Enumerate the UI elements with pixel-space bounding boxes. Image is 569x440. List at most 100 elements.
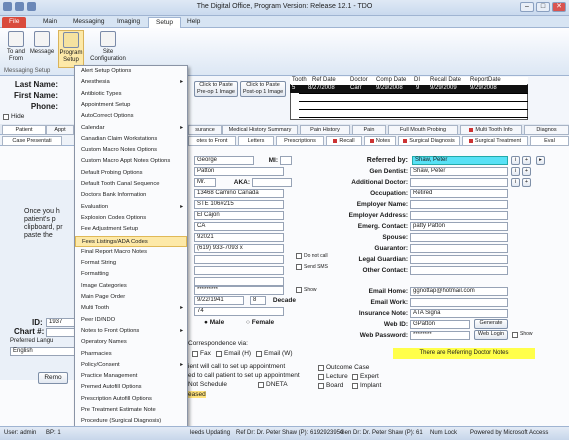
menu-item[interactable]: Final Report Macro Notes <box>75 247 187 258</box>
menu-item[interactable]: Practice Management <box>75 371 187 382</box>
expert-checkbox[interactable] <box>352 374 358 380</box>
other-contact-field[interactable] <box>410 266 508 275</box>
gen-dentist-info-button[interactable]: i <box>511 167 520 176</box>
first-name-field[interactable]: George <box>194 156 254 165</box>
tab-prescriptions[interactable]: Prescriptions <box>276 136 324 146</box>
paste-postop-button[interactable]: Click to Paste Post-op 1 Image <box>240 81 286 97</box>
additional-add-button[interactable]: + <box>522 178 531 187</box>
board-checkbox[interactable] <box>318 383 324 389</box>
program-setup-button[interactable]: Program Setup <box>58 30 84 68</box>
legal-guardian-field[interactable] <box>410 255 508 264</box>
menu-item[interactable]: Canadian Claim Workstations <box>75 134 187 145</box>
dneta-checkbox[interactable] <box>258 382 264 388</box>
paste-preop-button[interactable]: Click to Paste Pre-op 1 Image <box>194 81 238 97</box>
tab-notes[interactable]: Notes <box>364 136 396 146</box>
message-button[interactable]: Message <box>29 30 55 68</box>
remove-button[interactable]: Remo <box>38 372 68 384</box>
male-radio[interactable]: ● Male <box>204 319 224 326</box>
insurance-note-field[interactable]: ATA Signa <box>410 309 508 318</box>
close-button[interactable]: ✕ <box>552 2 566 12</box>
menu-item[interactable]: Formatting <box>75 269 187 280</box>
menu-item[interactable]: Pharmacies <box>75 349 187 360</box>
hide-checkbox[interactable] <box>3 114 9 120</box>
menu-item[interactable]: Custom Macro Appt Notes Options <box>75 156 187 167</box>
menu-item[interactable]: Image Categories <box>75 281 187 292</box>
referred-by-field[interactable]: Shaw, Peter <box>412 156 508 165</box>
menu-item[interactable]: Pre Treatment Estimate Note <box>75 405 187 416</box>
tab-medical-history-summary[interactable]: Medical History Summary <box>222 125 298 135</box>
city-field[interactable]: El Cajon <box>194 211 284 220</box>
tab-patient[interactable]: Patient <box>2 125 46 135</box>
tab-multi-tooth-info[interactable]: Multi Tooth Info <box>460 125 522 135</box>
state-field[interactable]: CA <box>194 222 284 231</box>
address1-field[interactable]: 13468 Camino Canada <box>194 189 284 198</box>
web-login-button[interactable]: Web Login <box>474 330 508 340</box>
emerg-contact-field[interactable]: patty Patton <box>410 222 508 231</box>
tab-surgical-treatment[interactable]: Surgical Treatment <box>462 136 528 146</box>
employer-name-field[interactable] <box>410 200 508 209</box>
tab-diagnosis[interactable]: Diagnos <box>524 125 569 135</box>
menu-item[interactable]: Evaluation ▸ <box>75 202 187 213</box>
menu-item[interactable]: Main Page Order <box>75 292 187 303</box>
tab-imaging[interactable]: Imaging <box>110 17 147 28</box>
email-work-field[interactable] <box>410 298 508 307</box>
menu-item[interactable]: Alert Setup Options <box>75 66 187 77</box>
address2-field[interactable]: STE 106#215 <box>194 200 284 209</box>
referring-doctor-notes-banner[interactable]: There are Referring Doctor Notes <box>393 348 535 359</box>
chart-field[interactable] <box>46 328 76 337</box>
age-field[interactable]: 8 <box>250 296 266 305</box>
mi-field[interactable] <box>280 156 292 165</box>
id-field[interactable]: 1937 <box>46 318 76 327</box>
menu-item[interactable]: Format String <box>75 258 187 269</box>
table-row[interactable]: 5 8/27/2008 Carr 9/29/2008 9 9/29/2009 9… <box>290 85 528 93</box>
dob-field[interactable]: 9/22/1941 <box>194 296 244 305</box>
additional-doctor-field[interactable] <box>410 178 508 187</box>
generate-button[interactable]: Generate <box>474 319 508 329</box>
email-w-checkbox[interactable] <box>256 351 262 357</box>
guarantor-field[interactable] <box>410 244 508 253</box>
email-home-field[interactable]: ggnottap@hotmail.com <box>410 287 508 296</box>
age2-field[interactable]: 74 <box>194 307 284 316</box>
additional-info-button[interactable]: i <box>511 178 520 187</box>
tab-file[interactable]: File <box>2 17 27 28</box>
not-schedule-option[interactable]: Not Schedule <box>188 381 227 388</box>
tab-letters[interactable]: Letters <box>238 136 274 146</box>
menu-item[interactable]: Notes to Front Options ▸ <box>75 326 187 337</box>
title-select[interactable]: Mr. <box>194 178 216 187</box>
do-not-call-checkbox[interactable] <box>296 253 302 259</box>
female-radio[interactable]: ○ Female <box>246 319 274 326</box>
tab-surgical-diagnosis[interactable]: Surgical Diagnosis <box>398 136 460 146</box>
tab-pain[interactable]: Pain <box>352 125 386 135</box>
show-ssn-checkbox[interactable] <box>296 287 302 293</box>
referred-edit-button[interactable]: ▸ <box>536 156 545 165</box>
menu-item[interactable]: Multi Tooth ▸ <box>75 303 187 314</box>
referred-add-button[interactable]: + <box>522 156 531 165</box>
tab-help[interactable]: Help <box>180 17 207 28</box>
phone-field[interactable]: (619) 933-7093 x <box>194 244 284 253</box>
menu-item[interactable]: Explosion Codes Options <box>75 213 187 224</box>
email-h-checkbox[interactable] <box>216 351 222 357</box>
tab-case-presentation[interactable]: Case Presentati <box>2 136 62 146</box>
phone3-field[interactable] <box>194 266 284 275</box>
outcome-checkbox[interactable] <box>318 365 324 371</box>
appt-option-1[interactable]: ient will call to set up appointment <box>188 363 285 370</box>
web-password-field[interactable]: ******** <box>410 331 470 340</box>
lecture-checkbox[interactable] <box>318 374 324 380</box>
menu-item[interactable]: Doctors Bank Information <box>75 190 187 201</box>
tab-eval[interactable]: Eval <box>530 136 569 146</box>
menu-item[interactable]: Fees Listings/ADA Codes <box>75 235 187 247</box>
tab-full-mouth-probing[interactable]: Full Mouth Probing <box>388 125 458 135</box>
last-name-field[interactable]: Patton <box>194 167 284 176</box>
menu-item[interactable]: Fee Adjustment Setup <box>75 224 187 235</box>
gen-dentist-field[interactable]: Shaw, Peter <box>410 167 508 176</box>
tab-insurance[interactable]: surance <box>188 125 222 135</box>
aka-field[interactable] <box>252 178 292 187</box>
tab-setup[interactable]: Setup <box>148 17 181 28</box>
menu-item[interactable]: Default Tooth Canal Sequence <box>75 179 187 190</box>
menu-item[interactable]: Policy/Consent ▸ <box>75 360 187 371</box>
phone4-field[interactable] <box>194 277 284 286</box>
employer-address-field[interactable] <box>410 211 508 220</box>
minimize-button[interactable]: – <box>520 2 534 12</box>
menu-item[interactable]: Prescription Autofill Options <box>75 394 187 405</box>
show-password-checkbox[interactable] <box>512 332 518 338</box>
